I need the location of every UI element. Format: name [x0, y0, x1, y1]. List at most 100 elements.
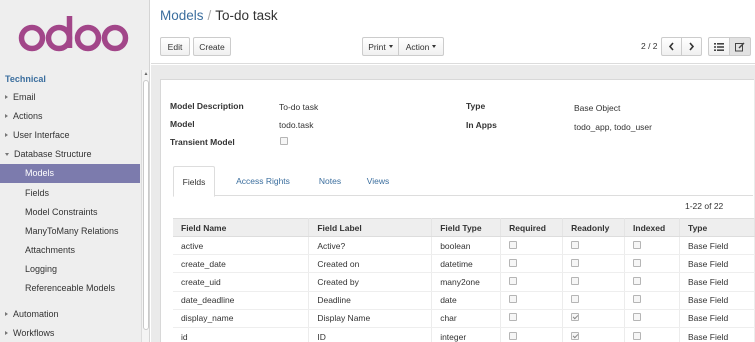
sidebar-item-models[interactable]: Models [0, 163, 140, 183]
pager-next-button[interactable] [681, 37, 702, 56]
sidebar-item-fields[interactable]: Fields [0, 183, 140, 202]
sidebar-scroll-thumb[interactable] [143, 80, 149, 330]
field-label-cell: Created by [308, 272, 433, 292]
required-checkbox [509, 258, 518, 267]
table-row[interactable]: active Active? boolean Base Field [173, 236, 755, 256]
sidebar-item-model-constraints[interactable]: Model Constraints [0, 202, 140, 221]
sidebar-item-referenceable-models[interactable]: Referenceable Models [0, 279, 140, 298]
column-header[interactable]: Field Type [431, 218, 502, 237]
sidebar-scrollbar[interactable]: ▲ [141, 70, 149, 342]
column-header[interactable]: Indexed [624, 218, 681, 237]
tab-notes[interactable]: Notes [310, 166, 350, 196]
field-kind-cell: Base Field [679, 291, 755, 310]
action-dropdown[interactable]: Action [398, 37, 444, 56]
model-description-label: Model Description [170, 101, 244, 111]
field-type-cell: boolean [431, 236, 502, 256]
table-header-row: Field Name Field Label Field Type Requir… [173, 218, 755, 237]
field-type-cell: date [431, 291, 502, 310]
indexed-cell [624, 291, 681, 310]
sidebar-menu: Technical Email Actions User Interface Data… [0, 70, 150, 342]
sidebar-item-label: User Interface [13, 129, 70, 140]
field-label-cell: Created on [308, 254, 433, 274]
column-header[interactable]: Required [500, 218, 564, 237]
field-name-cell: id [173, 327, 310, 342]
breadcrumb-models-link[interactable]: Models [160, 8, 204, 23]
table-row[interactable]: date_deadline Deadline date Base Field [173, 291, 755, 310]
table-row[interactable]: id ID integer Base Field [173, 327, 755, 342]
required-checkbox [509, 276, 518, 285]
sidebar-item-actions[interactable]: Actions [0, 106, 140, 125]
sidebar-item-label: Referenceable Models [25, 283, 116, 294]
indexed-checkbox [633, 295, 642, 304]
menu-section-technical: Technical [5, 74, 46, 84]
column-header[interactable]: Field Label [308, 218, 433, 237]
control-panel: Models / To-do task Edit Create Print Acti… [151, 0, 755, 64]
readonly-cell [562, 272, 626, 292]
required-cell [500, 272, 564, 292]
table-row[interactable]: create_date Created on datetime Base Field [173, 254, 755, 274]
model-description-value: To-do task [279, 102, 319, 112]
sidebar-item-database-structure[interactable]: Database Structure [0, 145, 140, 164]
breadcrumb: Models / To-do task [160, 8, 278, 23]
pager-previous-button[interactable] [661, 37, 682, 56]
column-header[interactable]: Readonly [562, 218, 626, 237]
field-label-cell: ID [308, 327, 433, 342]
field-name-cell: create_date [173, 254, 310, 274]
sidebar-item-automation[interactable]: Automation [0, 304, 140, 323]
transient-model-label: Transient Model [170, 137, 235, 147]
caret-down-icon [432, 45, 437, 48]
list-view-icon [714, 42, 724, 51]
tab-access-rights[interactable]: Access Rights [223, 166, 303, 196]
pager-value[interactable]: 2 / 2 [641, 41, 658, 51]
edit-button[interactable]: Edit [160, 37, 190, 56]
column-header[interactable]: Field Name [173, 218, 310, 237]
form-view-button[interactable] [729, 37, 751, 56]
list-view-button[interactable] [708, 37, 730, 56]
odoo-logo[interactable] [18, 12, 130, 58]
sidebar-item-email[interactable]: Email [0, 87, 140, 106]
sidebar-item-label: Actions [13, 110, 43, 121]
caret-right-icon [5, 311, 8, 316]
readonly-checkbox [571, 331, 580, 340]
required-cell [500, 291, 564, 310]
sidebar-menu-list: Email Actions User Interface Database Struc… [0, 87, 140, 342]
scroll-up-icon[interactable]: ▲ [143, 71, 149, 77]
sidebar-item-user-interface[interactable]: User Interface [0, 125, 140, 144]
fields-table: Field Name Field Label Field Type Requir… [173, 218, 755, 342]
indexed-cell [624, 327, 681, 342]
caret-right-icon [5, 132, 8, 137]
table-row[interactable]: create_uid Created by many2one Base Field [173, 272, 755, 292]
field-label-cell: Deadline [308, 291, 433, 310]
sidebar-item-attachments[interactable]: Attachments [0, 241, 140, 260]
tab-views[interactable]: Views [356, 166, 400, 196]
column-header[interactable]: Type [679, 218, 755, 237]
breadcrumb-current: To-do task [215, 8, 278, 23]
caret-down-icon [5, 153, 9, 157]
tab-views-label: Views [366, 176, 390, 186]
sidebar-item-manytomany-relations[interactable]: ManyToMany Relations [0, 221, 140, 240]
indexed-checkbox [633, 331, 642, 340]
indexed-cell [624, 254, 681, 274]
tab-fields[interactable]: Fields [173, 166, 215, 197]
sidebar-item-logging[interactable]: Logging [0, 260, 140, 279]
caret-down-icon [388, 45, 393, 48]
create-button-label: Create [199, 41, 225, 52]
form-view-icon [735, 42, 745, 51]
sidebar-item-label: ManyToMany Relations [25, 225, 119, 236]
indexed-checkbox [633, 276, 642, 285]
required-checkbox [509, 313, 518, 322]
sidebar-item-label: Workflows [13, 327, 55, 338]
field-name-cell: display_name [173, 309, 310, 328]
table-row[interactable]: display_name Display Name char Base Field [173, 309, 755, 328]
print-dropdown[interactable]: Print [362, 37, 399, 56]
indexed-cell [624, 309, 681, 328]
indexed-checkbox [633, 313, 642, 322]
field-label-cell: Active? [308, 236, 433, 256]
required-cell [500, 236, 564, 256]
tab-fields-label: Fields [182, 176, 206, 187]
field-name-cell: create_uid [173, 272, 310, 292]
create-button[interactable]: Create [193, 37, 231, 56]
sidebar-item-workflows[interactable]: Workflows [0, 323, 140, 342]
type-value: Base Object [574, 103, 621, 113]
caret-right-icon [5, 94, 8, 99]
